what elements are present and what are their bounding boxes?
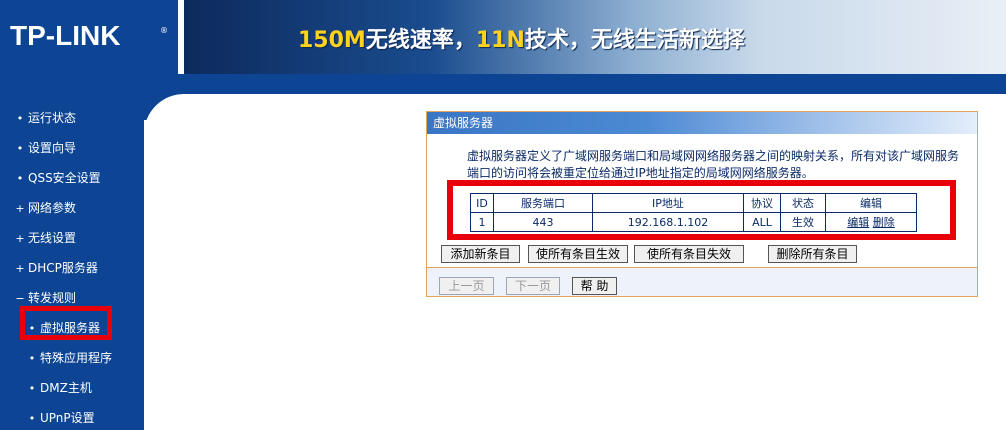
panel-description: 虚拟服务器定义了广域网服务端口和局域网网络服务器之间的映射关系，所有对该广域网服… xyxy=(467,149,960,180)
logo: TP-LINK ® xyxy=(0,0,178,74)
bullet-icon: • xyxy=(28,382,36,395)
enable-all-button[interactable]: 使所有条目生效 xyxy=(528,245,628,263)
help-button[interactable]: 帮 助 xyxy=(572,277,617,295)
slogan-part-d: 技术，无线生活新选择 xyxy=(524,28,745,53)
sidebar-item-label: 无线设置 xyxy=(28,231,77,245)
bullet-icon: • xyxy=(28,412,36,425)
sidebar-item-dmz[interactable]: • DMZ主机 xyxy=(0,377,144,399)
sidebar-item-label: 特殊应用程序 xyxy=(40,351,113,365)
sidebar-item-label: DHCP服务器 xyxy=(28,261,98,275)
sidebar-item-network[interactable]: + 网络参数 xyxy=(0,197,144,219)
slogan-speed: 150M xyxy=(298,28,366,53)
virtual-server-panel: 虚拟服务器 虚拟服务器定义了广域网服务端口和局域网网络服务器之间的映射关系，所有… xyxy=(426,111,978,297)
bullet-icon: • xyxy=(16,172,24,185)
sidebar-item-wizard[interactable]: • 设置向导 xyxy=(0,137,144,159)
slogan-tech: 11N xyxy=(475,28,525,53)
nav-curve xyxy=(144,94,224,174)
cell-port: 443 xyxy=(493,212,593,232)
sidebar-item-label: QSS安全设置 xyxy=(28,171,101,185)
header: TP-LINK ® 150M无线速率，11N技术，无线生活新选择 xyxy=(0,0,1006,80)
prev-page-button[interactable]: 上一页 xyxy=(439,277,494,295)
add-entry-button[interactable]: 添加新条目 xyxy=(441,245,520,263)
expand-icon: + xyxy=(15,262,25,275)
sidebar-item-label: 设置向导 xyxy=(28,141,77,155)
bullet-icon: • xyxy=(28,352,36,365)
slogan-part-b: 无线速率， xyxy=(365,28,476,53)
sidebar-item-label: 转发规则 xyxy=(28,291,77,305)
col-service-port: 服务端口 xyxy=(493,193,593,213)
col-protocol: 协议 xyxy=(743,193,781,213)
delete-link[interactable]: 删除 xyxy=(873,216,895,229)
sidebar-item-special-app[interactable]: • 特殊应用程序 xyxy=(0,347,144,369)
col-status: 状态 xyxy=(780,193,826,213)
delete-all-button[interactable]: 删除所有条目 xyxy=(768,245,857,263)
disable-all-button[interactable]: 使所有条目失效 xyxy=(634,245,744,263)
next-page-button[interactable]: 下一页 xyxy=(506,277,560,295)
cell-protocol: ALL xyxy=(743,212,781,232)
table-header-row: ID 服务端口 IP地址 协议 状态 编辑 xyxy=(470,193,917,213)
col-ip-address: IP地址 xyxy=(592,193,744,213)
expand-icon: + xyxy=(15,232,25,245)
bullet-icon: • xyxy=(16,142,24,155)
sidebar-item-label: 网络参数 xyxy=(28,201,77,215)
panel-title: 虚拟服务器 xyxy=(427,112,977,134)
sidebar-item-label: UPnP设置 xyxy=(40,411,95,425)
col-id: ID xyxy=(470,193,494,213)
virtual-server-table: ID 服务端口 IP地址 协议 状态 编辑 1 443 192.168.1.10… xyxy=(470,193,917,232)
table-row: 1 443 192.168.1.102 ALL 生效 编辑 删除 xyxy=(470,212,917,232)
logo-text: TP-LINK xyxy=(10,20,121,51)
edit-link[interactable]: 编辑 xyxy=(847,216,869,229)
sidebar-item-upnp[interactable]: • UPnP设置 xyxy=(0,407,144,429)
cell-status: 生效 xyxy=(780,212,826,232)
sidebar-item-qss[interactable]: • QSS安全设置 xyxy=(0,167,144,189)
sidebar-item-label: DMZ主机 xyxy=(40,381,92,395)
sidebar-item-label: 运行状态 xyxy=(28,111,77,125)
sidebar-item-dhcp[interactable]: + DHCP服务器 xyxy=(0,257,144,279)
bullet-icon: • xyxy=(16,112,24,125)
cell-actions: 编辑 删除 xyxy=(825,212,917,232)
sidebar-item-status[interactable]: • 运行状态 xyxy=(0,107,144,129)
expand-icon: + xyxy=(15,202,25,215)
top-band xyxy=(144,80,1006,94)
cell-id: 1 xyxy=(470,212,494,232)
banner-slogan: 150M无线速率，11N技术，无线生活新选择 xyxy=(298,22,745,54)
logo-registered-mark: ® xyxy=(160,26,168,35)
cell-ip: 192.168.1.102 xyxy=(592,212,744,232)
active-item-highlight xyxy=(20,306,112,340)
sidebar-item-wireless[interactable]: + 无线设置 xyxy=(0,227,144,249)
col-edit: 编辑 xyxy=(825,193,917,213)
